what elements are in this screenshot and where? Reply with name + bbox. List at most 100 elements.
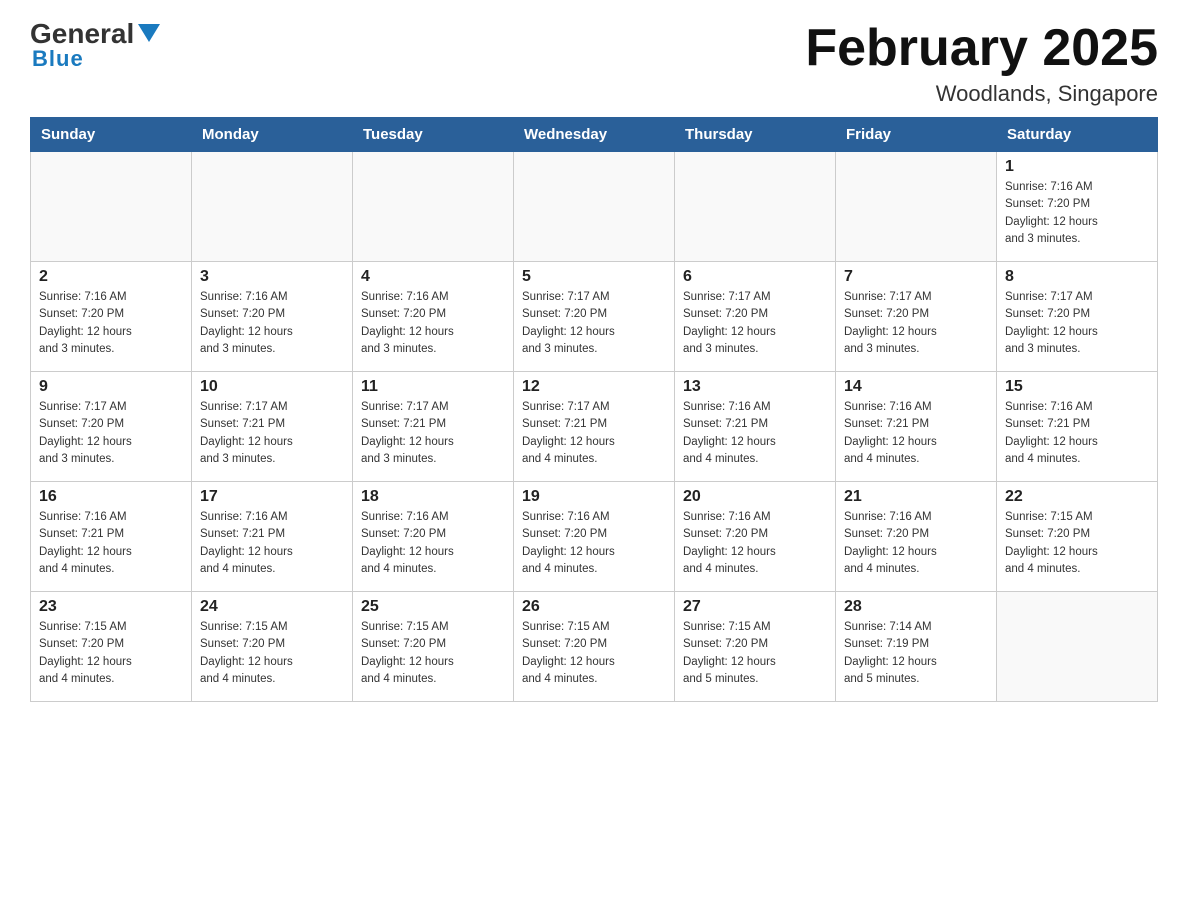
day-number: 1 xyxy=(1005,158,1149,176)
calendar-day-cell: 2 Sunrise: 7:16 AM Sunset: 7:20 PM Daylig… xyxy=(31,262,192,372)
calendar-day-cell: 11 Sunrise: 7:17 AM Sunset: 7:21 PM Dayli… xyxy=(353,372,514,482)
day-info: Sunrise: 7:16 AM Sunset: 7:21 PM Dayligh… xyxy=(39,509,183,578)
calendar-week-row: 9 Sunrise: 7:17 AM Sunset: 7:20 PM Daylig… xyxy=(31,372,1158,482)
day-number: 12 xyxy=(522,378,666,396)
calendar-day-cell: 12 Sunrise: 7:17 AM Sunset: 7:21 PM Dayli… xyxy=(514,372,675,482)
calendar-week-row: 16 Sunrise: 7:16 AM Sunset: 7:21 PM Dayli… xyxy=(31,482,1158,592)
calendar-day-cell: 7 Sunrise: 7:17 AM Sunset: 7:20 PM Daylig… xyxy=(836,262,997,372)
day-info: Sunrise: 7:16 AM Sunset: 7:20 PM Dayligh… xyxy=(522,509,666,578)
day-info: Sunrise: 7:16 AM Sunset: 7:20 PM Dayligh… xyxy=(39,289,183,358)
calendar-day-cell xyxy=(353,152,514,262)
day-info: Sunrise: 7:17 AM Sunset: 7:20 PM Dayligh… xyxy=(522,289,666,358)
day-info: Sunrise: 7:17 AM Sunset: 7:21 PM Dayligh… xyxy=(361,399,505,468)
calendar-day-cell: 28Sunrise: 7:14 AM Sunset: 7:19 PM Dayli… xyxy=(836,592,997,702)
day-info: Sunrise: 7:15 AM Sunset: 7:20 PM Dayligh… xyxy=(200,619,344,688)
calendar-title: February 2025 xyxy=(805,20,1158,77)
calendar-day-cell: 16 Sunrise: 7:16 AM Sunset: 7:21 PM Dayli… xyxy=(31,482,192,592)
day-number: 10 xyxy=(200,378,344,396)
day-number: 21 xyxy=(844,488,988,506)
day-of-week-header: Friday xyxy=(836,118,997,152)
day-number: 4 xyxy=(361,268,505,286)
day-info: Sunrise: 7:16 AM Sunset: 7:21 PM Dayligh… xyxy=(683,399,827,468)
day-info: Sunrise: 7:16 AM Sunset: 7:20 PM Dayligh… xyxy=(200,289,344,358)
logo: General Blue xyxy=(30,20,160,72)
logo-arrow-icon xyxy=(138,24,160,42)
logo-general: General xyxy=(30,20,134,48)
calendar-day-cell: 22Sunrise: 7:15 AM Sunset: 7:20 PM Dayli… xyxy=(997,482,1158,592)
day-number: 2 xyxy=(39,268,183,286)
calendar-day-cell: 23 Sunrise: 7:15 AM Sunset: 7:20 PM Dayli… xyxy=(31,592,192,702)
calendar-day-cell xyxy=(192,152,353,262)
day-info: Sunrise: 7:15 AM Sunset: 7:20 PM Dayligh… xyxy=(1005,509,1149,578)
title-block: February 2025 Woodlands, Singapore xyxy=(805,20,1158,107)
day-number: 15 xyxy=(1005,378,1149,396)
day-info: Sunrise: 7:17 AM Sunset: 7:21 PM Dayligh… xyxy=(200,399,344,468)
day-of-week-header: Monday xyxy=(192,118,353,152)
day-of-week-header: Tuesday xyxy=(353,118,514,152)
calendar-day-cell: 15 Sunrise: 7:16 AM Sunset: 7:21 PM Dayli… xyxy=(997,372,1158,482)
page-header: General Blue February 2025 Woodlands, Si… xyxy=(30,20,1158,107)
calendar-day-cell: 10 Sunrise: 7:17 AM Sunset: 7:21 PM Dayli… xyxy=(192,372,353,482)
day-of-week-header: Sunday xyxy=(31,118,192,152)
day-number: 25 xyxy=(361,598,505,616)
day-number: 19 xyxy=(522,488,666,506)
calendar-day-cell: 1 Sunrise: 7:16 AM Sunset: 7:20 PM Daylig… xyxy=(997,152,1158,262)
calendar-day-cell: 4 Sunrise: 7:16 AM Sunset: 7:20 PM Daylig… xyxy=(353,262,514,372)
day-info: Sunrise: 7:16 AM Sunset: 7:20 PM Dayligh… xyxy=(361,509,505,578)
calendar-day-cell: 8Sunrise: 7:17 AM Sunset: 7:20 PM Daylig… xyxy=(997,262,1158,372)
day-info: Sunrise: 7:16 AM Sunset: 7:21 PM Dayligh… xyxy=(1005,399,1149,468)
calendar-day-cell: 24 Sunrise: 7:15 AM Sunset: 7:20 PM Dayli… xyxy=(192,592,353,702)
day-info: Sunrise: 7:16 AM Sunset: 7:21 PM Dayligh… xyxy=(200,509,344,578)
calendar-day-cell: 13 Sunrise: 7:16 AM Sunset: 7:21 PM Dayli… xyxy=(675,372,836,482)
day-number: 18 xyxy=(361,488,505,506)
calendar-day-cell: 20 Sunrise: 7:16 AM Sunset: 7:20 PM Dayli… xyxy=(675,482,836,592)
day-info: Sunrise: 7:14 AM Sunset: 7:19 PM Dayligh… xyxy=(844,619,988,688)
calendar-day-cell xyxy=(997,592,1158,702)
day-info: Sunrise: 7:15 AM Sunset: 7:20 PM Dayligh… xyxy=(522,619,666,688)
day-number: 3 xyxy=(200,268,344,286)
day-info: Sunrise: 7:16 AM Sunset: 7:20 PM Dayligh… xyxy=(361,289,505,358)
day-number: 14 xyxy=(844,378,988,396)
calendar-header-row: SundayMondayTuesdayWednesdayThursdayFrid… xyxy=(31,118,1158,152)
calendar-day-cell: 18 Sunrise: 7:16 AM Sunset: 7:20 PM Dayli… xyxy=(353,482,514,592)
calendar-subtitle: Woodlands, Singapore xyxy=(805,81,1158,107)
day-of-week-header: Thursday xyxy=(675,118,836,152)
calendar-day-cell xyxy=(836,152,997,262)
day-number: 17 xyxy=(200,488,344,506)
day-number: 27 xyxy=(683,598,827,616)
day-number: 26 xyxy=(522,598,666,616)
calendar-day-cell xyxy=(31,152,192,262)
calendar-day-cell: 6Sunrise: 7:17 AM Sunset: 7:20 PM Daylig… xyxy=(675,262,836,372)
calendar-day-cell xyxy=(514,152,675,262)
calendar-day-cell: 9 Sunrise: 7:17 AM Sunset: 7:20 PM Daylig… xyxy=(31,372,192,482)
day-number: 13 xyxy=(683,378,827,396)
day-number: 16 xyxy=(39,488,183,506)
day-info: Sunrise: 7:17 AM Sunset: 7:21 PM Dayligh… xyxy=(522,399,666,468)
calendar-week-row: 2 Sunrise: 7:16 AM Sunset: 7:20 PM Daylig… xyxy=(31,262,1158,372)
logo-blue: Blue xyxy=(32,46,84,71)
calendar-day-cell: 5Sunrise: 7:17 AM Sunset: 7:20 PM Daylig… xyxy=(514,262,675,372)
day-info: Sunrise: 7:15 AM Sunset: 7:20 PM Dayligh… xyxy=(361,619,505,688)
day-number: 20 xyxy=(683,488,827,506)
calendar-day-cell: 17 Sunrise: 7:16 AM Sunset: 7:21 PM Dayli… xyxy=(192,482,353,592)
calendar-week-row: 1 Sunrise: 7:16 AM Sunset: 7:20 PM Daylig… xyxy=(31,152,1158,262)
calendar-day-cell xyxy=(675,152,836,262)
day-info: Sunrise: 7:16 AM Sunset: 7:20 PM Dayligh… xyxy=(1005,179,1149,248)
day-info: Sunrise: 7:15 AM Sunset: 7:20 PM Dayligh… xyxy=(683,619,827,688)
day-number: 8 xyxy=(1005,268,1149,286)
calendar-day-cell: 3 Sunrise: 7:16 AM Sunset: 7:20 PM Daylig… xyxy=(192,262,353,372)
calendar-day-cell: 26 Sunrise: 7:15 AM Sunset: 7:20 PM Dayli… xyxy=(514,592,675,702)
calendar-day-cell: 14Sunrise: 7:16 AM Sunset: 7:21 PM Dayli… xyxy=(836,372,997,482)
day-number: 23 xyxy=(39,598,183,616)
calendar-table: SundayMondayTuesdayWednesdayThursdayFrid… xyxy=(30,117,1158,702)
day-number: 11 xyxy=(361,378,505,396)
day-of-week-header: Wednesday xyxy=(514,118,675,152)
day-number: 7 xyxy=(844,268,988,286)
calendar-week-row: 23 Sunrise: 7:15 AM Sunset: 7:20 PM Dayli… xyxy=(31,592,1158,702)
day-number: 24 xyxy=(200,598,344,616)
day-info: Sunrise: 7:15 AM Sunset: 7:20 PM Dayligh… xyxy=(39,619,183,688)
day-number: 9 xyxy=(39,378,183,396)
day-info: Sunrise: 7:17 AM Sunset: 7:20 PM Dayligh… xyxy=(844,289,988,358)
day-info: Sunrise: 7:17 AM Sunset: 7:20 PM Dayligh… xyxy=(39,399,183,468)
day-info: Sunrise: 7:16 AM Sunset: 7:20 PM Dayligh… xyxy=(683,509,827,578)
